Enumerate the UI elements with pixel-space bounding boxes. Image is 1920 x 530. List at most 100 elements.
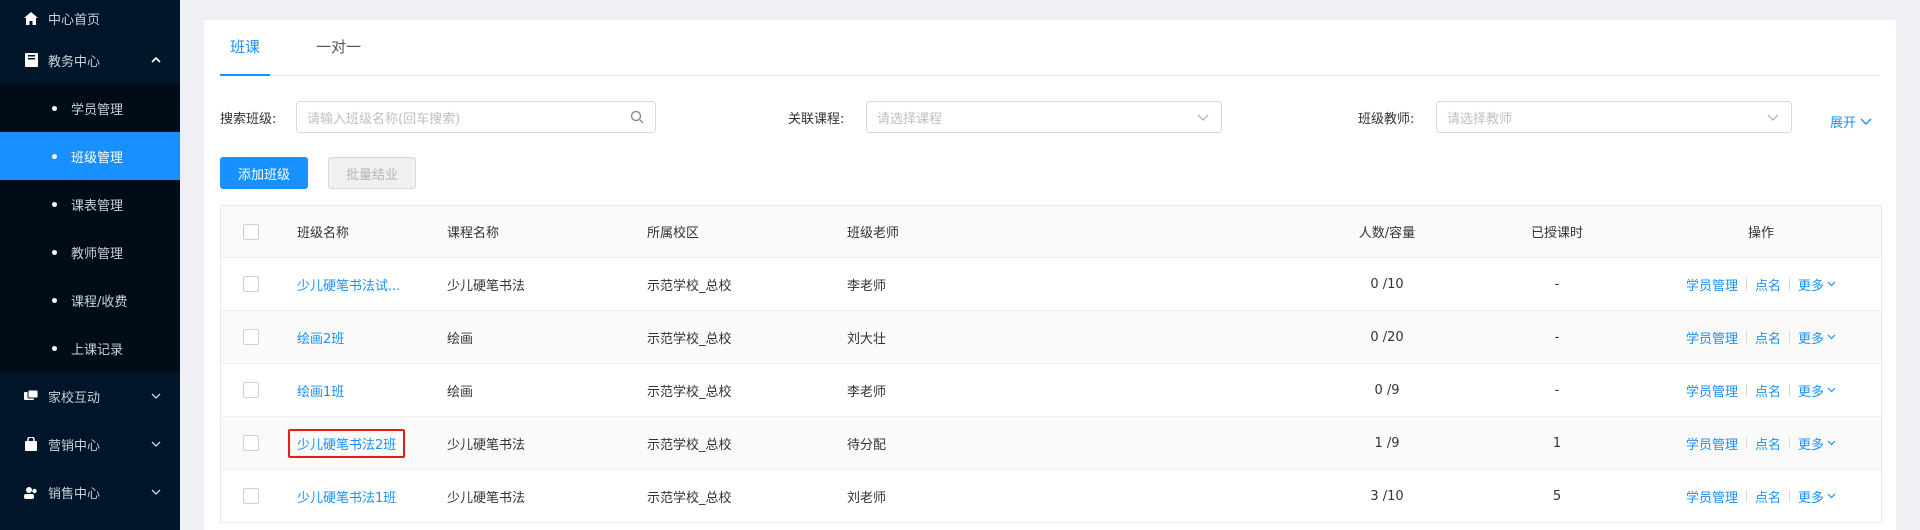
rollcall-link[interactable]: 点名 <box>1755 328 1781 347</box>
expand-label: 展开 <box>1830 116 1857 131</box>
class-name-link[interactable]: 少儿硬笔书法试... <box>297 275 400 294</box>
chevron-down-icon <box>150 438 162 450</box>
table-row: 绘画1班 绘画 示范学校_总校 李老师 0 /9 - 学员管理 点名 更多 <box>221 364 1881 417</box>
student-manage-link[interactable]: 学员管理 <box>1686 434 1738 453</box>
count-cell: 0 /20 <box>1370 329 1404 345</box>
class-name-link[interactable]: 少儿硬笔书法2班 <box>288 428 406 458</box>
teacher-select[interactable]: 请选择教师 <box>1436 101 1792 133</box>
row-checkbox[interactable] <box>243 435 259 451</box>
main-panel: 班课 一对一 搜索班级: 请输入班级名称(回车搜索) 关联课程: 请选择课程 班… <box>204 20 1896 530</box>
nav-marketing-label: 营销中心 <box>48 438 101 454</box>
search-icon[interactable] <box>629 109 645 125</box>
nav-sub-teachers[interactable]: 教师管理 <box>0 228 180 276</box>
bullet <box>52 297 57 303</box>
campus-cell: 示范学校_总校 <box>647 437 732 453</box>
chevron-up-icon <box>150 54 162 66</box>
student-manage-link[interactable]: 学员管理 <box>1686 487 1738 506</box>
hours-cell: - <box>1554 382 1560 398</box>
nav-sub-label: 班级管理 <box>71 150 124 166</box>
row-checkbox[interactable] <box>243 329 259 345</box>
more-dropdown[interactable]: 更多 <box>1798 275 1836 294</box>
student-manage-link[interactable]: 学员管理 <box>1686 328 1738 347</box>
course-cell: 少儿硬笔书法 <box>447 437 526 453</box>
more-dropdown[interactable]: 更多 <box>1798 328 1836 347</box>
home-icon <box>22 11 40 25</box>
row-checkbox-cell <box>243 417 259 469</box>
class-name-cell: 少儿硬笔书法2班 <box>288 417 406 469</box>
select-all-checkbox[interactable] <box>243 223 259 240</box>
table-row: 少儿硬笔书法试... 少儿硬笔书法 示范学校_总校 李老师 0 /10 - 学员管理 点名 更多 <box>221 258 1881 311</box>
more-dropdown[interactable]: 更多 <box>1798 381 1836 400</box>
search-label: 搜索班级: <box>220 112 277 127</box>
nav-sub-label: 教师管理 <box>71 246 124 262</box>
nav-sub-records[interactable]: 上课记录 <box>0 324 180 372</box>
batch-graduate-button: 批量结业 <box>328 157 416 189</box>
divider <box>1746 331 1747 343</box>
nav-sales[interactable]: 销售中心 <box>0 468 180 516</box>
chat-icon <box>22 389 40 403</box>
nav-sub-students[interactable]: 学员管理 <box>0 84 180 132</box>
col-hours: 已授课时 <box>1530 226 1583 241</box>
expand-filters-button[interactable]: 展开 <box>1830 112 1872 131</box>
sidebar: 中心首页 教务中心 学员管理 班级管理 课表管理 教师管理 课程/收费 上课记录… <box>0 0 180 530</box>
student-manage-link[interactable]: 学员管理 <box>1686 381 1738 400</box>
class-name-link[interactable]: 少儿硬笔书法1班 <box>297 487 396 506</box>
campus-cell: 示范学校_总校 <box>647 331 732 347</box>
more-dropdown[interactable]: 更多 <box>1798 487 1836 506</box>
bag-icon <box>22 437 40 451</box>
book-icon <box>22 53 40 67</box>
teacher-label: 班级教师: <box>1358 112 1415 127</box>
row-checkbox[interactable] <box>243 488 259 504</box>
teacher-cell: 待分配 <box>847 437 887 453</box>
chevron-down-icon <box>1827 493 1836 499</box>
row-checkbox[interactable] <box>243 382 259 398</box>
more-label: 更多 <box>1798 437 1825 453</box>
row-actions: 学员管理 点名 更多 <box>1686 275 1836 294</box>
nav-sub-label: 课程/收费 <box>71 294 128 310</box>
row-checkbox[interactable] <box>243 276 259 292</box>
table-body: 少儿硬笔书法试... 少儿硬笔书法 示范学校_总校 李老师 0 /10- 学员管理 点名 更多… <box>221 258 1881 523</box>
select-all-cell <box>243 206 259 257</box>
add-class-button[interactable]: 添加班级 <box>220 157 308 189</box>
col-class-name: 班级名称 <box>297 226 350 241</box>
hours-cell: - <box>1554 329 1560 345</box>
chevron-down-icon <box>150 390 162 402</box>
bullet <box>52 345 57 351</box>
row-actions: 学员管理 点名 更多 <box>1686 328 1836 347</box>
rollcall-link[interactable]: 点名 <box>1755 381 1781 400</box>
tab-class[interactable]: 班课 <box>220 20 271 76</box>
col-campus: 所属校区 <box>647 226 700 241</box>
nav-marketing[interactable]: 营销中心 <box>0 420 180 468</box>
nav-home[interactable]: 中心首页 <box>0 0 180 36</box>
rollcall-link[interactable]: 点名 <box>1755 275 1781 294</box>
class-name-cell: 绘画1班 <box>297 364 344 416</box>
tab-one-on-one[interactable]: 一对一 <box>306 20 371 75</box>
more-dropdown[interactable]: 更多 <box>1798 434 1836 453</box>
student-manage-link[interactable]: 学员管理 <box>1686 275 1738 294</box>
ops-cell: 学员管理 点名 更多 <box>1686 470 1836 522</box>
course-select[interactable]: 请选择课程 <box>866 101 1222 133</box>
nav-sub-schedule[interactable]: 课表管理 <box>0 180 180 228</box>
row-checkbox-cell <box>243 311 259 363</box>
search-placeholder: 请输入班级名称(回车搜索) <box>307 111 461 127</box>
more-label: 更多 <box>1798 384 1825 400</box>
row-checkbox-cell <box>243 258 259 310</box>
nav-sub-courses[interactable]: 课程/收费 <box>0 276 180 324</box>
divider <box>1746 278 1747 290</box>
class-name-link[interactable]: 绘画2班 <box>297 328 344 347</box>
nav-sub-classes[interactable]: 班级管理 <box>0 132 180 180</box>
rollcall-link[interactable]: 点名 <box>1755 434 1781 453</box>
hours-cell: 1 <box>1552 435 1562 451</box>
search-input[interactable]: 请输入班级名称(回车搜索) <box>296 101 656 133</box>
nav-sub-label: 上课记录 <box>71 342 124 358</box>
nav-home-school[interactable]: 家校互动 <box>0 372 180 420</box>
row-actions: 学员管理 点名 更多 <box>1686 381 1836 400</box>
nav-edu-center[interactable]: 教务中心 <box>0 36 180 84</box>
tab-bar: 班课 一对一 <box>220 20 1880 76</box>
rollcall-link[interactable]: 点名 <box>1755 487 1781 506</box>
teacher-placeholder: 请选择教师 <box>1447 111 1513 127</box>
campus-cell: 示范学校_总校 <box>647 384 732 400</box>
count-cell: 3 /10 <box>1370 488 1404 504</box>
class-name-link[interactable]: 绘画1班 <box>297 381 344 400</box>
col-course: 课程名称 <box>447 226 500 241</box>
